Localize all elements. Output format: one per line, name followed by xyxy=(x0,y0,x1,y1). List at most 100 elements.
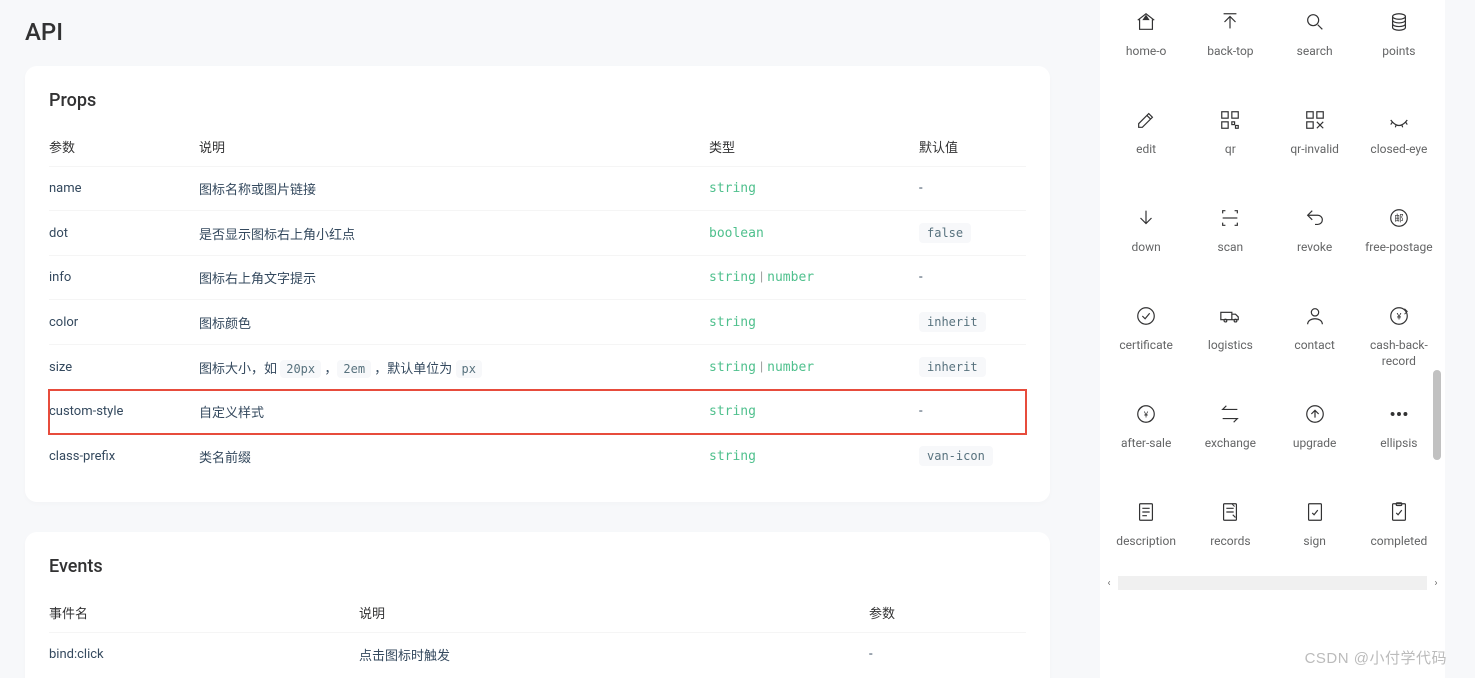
prop-desc: 图标名称或图片链接 xyxy=(199,167,709,211)
icon-label: home-o xyxy=(1126,44,1167,60)
props-title: Props xyxy=(49,90,1026,111)
free-postage-icon: 邮 xyxy=(1385,204,1413,232)
col-event-desc: 说明 xyxy=(359,593,869,633)
icon-label: description xyxy=(1116,534,1176,550)
after-sale-icon: ¥ xyxy=(1132,400,1160,428)
col-type: 类型 xyxy=(709,127,919,167)
icon-item-records[interactable]: records xyxy=(1188,490,1272,575)
icon-label: completed xyxy=(1371,534,1428,550)
qr-icon xyxy=(1216,106,1244,134)
prop-default: van-icon xyxy=(919,434,1026,479)
props-header-row: 参数 说明 类型 默认值 xyxy=(49,127,1026,167)
icon-label: edit xyxy=(1136,142,1156,158)
upgrade-icon xyxy=(1301,400,1329,428)
back-top-icon xyxy=(1216,8,1244,36)
qr-invalid-icon xyxy=(1301,106,1329,134)
col-default: 默认值 xyxy=(919,127,1026,167)
event-name: bind:click xyxy=(49,633,359,677)
icon-label: revoke xyxy=(1297,240,1332,256)
col-desc: 说明 xyxy=(199,127,709,167)
scan-icon xyxy=(1216,204,1244,232)
table-row: name图标名称或图片链接string- xyxy=(49,167,1026,211)
icon-item-home-o[interactable]: home-o xyxy=(1104,0,1188,98)
edit-icon xyxy=(1132,106,1160,134)
icon-item-qr[interactable]: qr xyxy=(1188,98,1272,196)
props-card: Props 参数 说明 类型 默认值 name图标名称或图片链接string-d… xyxy=(25,66,1050,502)
icon-scroll-area[interactable]: home-oback-topsearchpointseditqrqr-inval… xyxy=(1100,0,1445,575)
col-param: 参数 xyxy=(49,127,199,167)
prop-desc: 是否显示图标右上角小红点 xyxy=(199,211,709,256)
icon-item-revoke[interactable]: revoke xyxy=(1273,196,1357,294)
icon-label: upgrade xyxy=(1293,436,1337,452)
table-row: size图标大小，如 20px ，2em ，默认单位为 pxstring|num… xyxy=(49,345,1026,390)
icon-label: free-postage xyxy=(1365,240,1433,256)
icon-label: logistics xyxy=(1208,338,1253,354)
prop-param: info xyxy=(49,256,199,300)
svg-text:¥: ¥ xyxy=(1144,411,1149,421)
icon-item-search[interactable]: search xyxy=(1273,0,1357,98)
icon-item-logistics[interactable]: logistics xyxy=(1188,294,1272,392)
icon-label: certificate xyxy=(1119,338,1173,354)
down-icon xyxy=(1132,204,1160,232)
icon-item-upgrade[interactable]: upgrade xyxy=(1273,392,1357,490)
prop-desc: 图标颜色 xyxy=(199,300,709,345)
records-icon xyxy=(1216,498,1244,526)
prop-type: string xyxy=(709,300,919,345)
icon-item-back-top[interactable]: back-top xyxy=(1188,0,1272,98)
icon-item-certificate[interactable]: certificate xyxy=(1104,294,1188,392)
icon-label: search xyxy=(1297,44,1333,60)
horizontal-scrollbar[interactable]: ‹ › xyxy=(1100,574,1445,592)
icon-item-qr-invalid[interactable]: qr-invalid xyxy=(1273,98,1357,196)
icon-label: qr xyxy=(1225,142,1236,158)
prop-default: - xyxy=(919,390,1026,434)
icon-label: down xyxy=(1131,240,1160,256)
vertical-scrollbar[interactable] xyxy=(1429,0,1441,575)
event-args: - xyxy=(869,633,1026,677)
api-heading: API xyxy=(25,18,1050,46)
scroll-right-arrow[interactable]: › xyxy=(1427,578,1445,589)
vertical-scrollbar-thumb[interactable] xyxy=(1433,370,1441,460)
prop-param: name xyxy=(49,167,199,211)
icon-label: records xyxy=(1210,534,1250,550)
prop-param: class-prefix xyxy=(49,434,199,479)
search-icon xyxy=(1301,8,1329,36)
main-content: API Props 参数 说明 类型 默认值 name图标名称或图片链接stri… xyxy=(0,0,1075,678)
icon-item-after-sale[interactable]: ¥after-sale xyxy=(1104,392,1188,490)
prop-type: string|number xyxy=(709,345,919,390)
icon-item-exchange[interactable]: exchange xyxy=(1188,392,1272,490)
watermark: CSDN @小付学代码 xyxy=(1305,647,1447,668)
icon-item-contact[interactable]: contact xyxy=(1273,294,1357,392)
cash-back-record-icon: ¥ xyxy=(1385,302,1413,330)
prop-type: string xyxy=(709,390,919,434)
props-table: 参数 说明 类型 默认值 name图标名称或图片链接string-dot是否显示… xyxy=(49,127,1026,478)
prop-param: custom-style xyxy=(49,390,199,434)
exchange-icon xyxy=(1216,400,1244,428)
closed-eye-icon xyxy=(1385,106,1413,134)
col-event-name: 事件名 xyxy=(49,593,359,633)
svg-text:¥: ¥ xyxy=(1396,313,1401,323)
prop-desc: 图标大小，如 20px ，2em ，默认单位为 px xyxy=(199,345,709,390)
prop-default: - xyxy=(919,167,1026,211)
prop-param: color xyxy=(49,300,199,345)
prop-type: string xyxy=(709,167,919,211)
icon-label: back-top xyxy=(1207,44,1253,60)
icon-item-description[interactable]: description xyxy=(1104,490,1188,575)
revoke-icon xyxy=(1301,204,1329,232)
prop-desc: 类名前缀 xyxy=(199,434,709,479)
horizontal-scroll-track[interactable] xyxy=(1118,576,1427,590)
icon-item-sign[interactable]: sign xyxy=(1273,490,1357,575)
prop-type: string|number xyxy=(709,256,919,300)
icon-label: qr-invalid xyxy=(1290,142,1339,158)
scroll-left-arrow[interactable]: ‹ xyxy=(1100,578,1118,589)
table-row: dot是否显示图标右上角小红点booleanfalse xyxy=(49,211,1026,256)
icon-item-scan[interactable]: scan xyxy=(1188,196,1272,294)
table-row: info图标右上角文字提示string|number- xyxy=(49,256,1026,300)
contact-icon xyxy=(1301,302,1329,330)
icon-item-edit[interactable]: edit xyxy=(1104,98,1188,196)
icon-label: ellipsis xyxy=(1380,436,1417,452)
prop-default: inherit xyxy=(919,300,1026,345)
col-event-args: 参数 xyxy=(869,593,1026,633)
table-row: class-prefix类名前缀stringvan-icon xyxy=(49,434,1026,479)
icon-item-down[interactable]: down xyxy=(1104,196,1188,294)
svg-text:邮: 邮 xyxy=(1394,213,1403,225)
